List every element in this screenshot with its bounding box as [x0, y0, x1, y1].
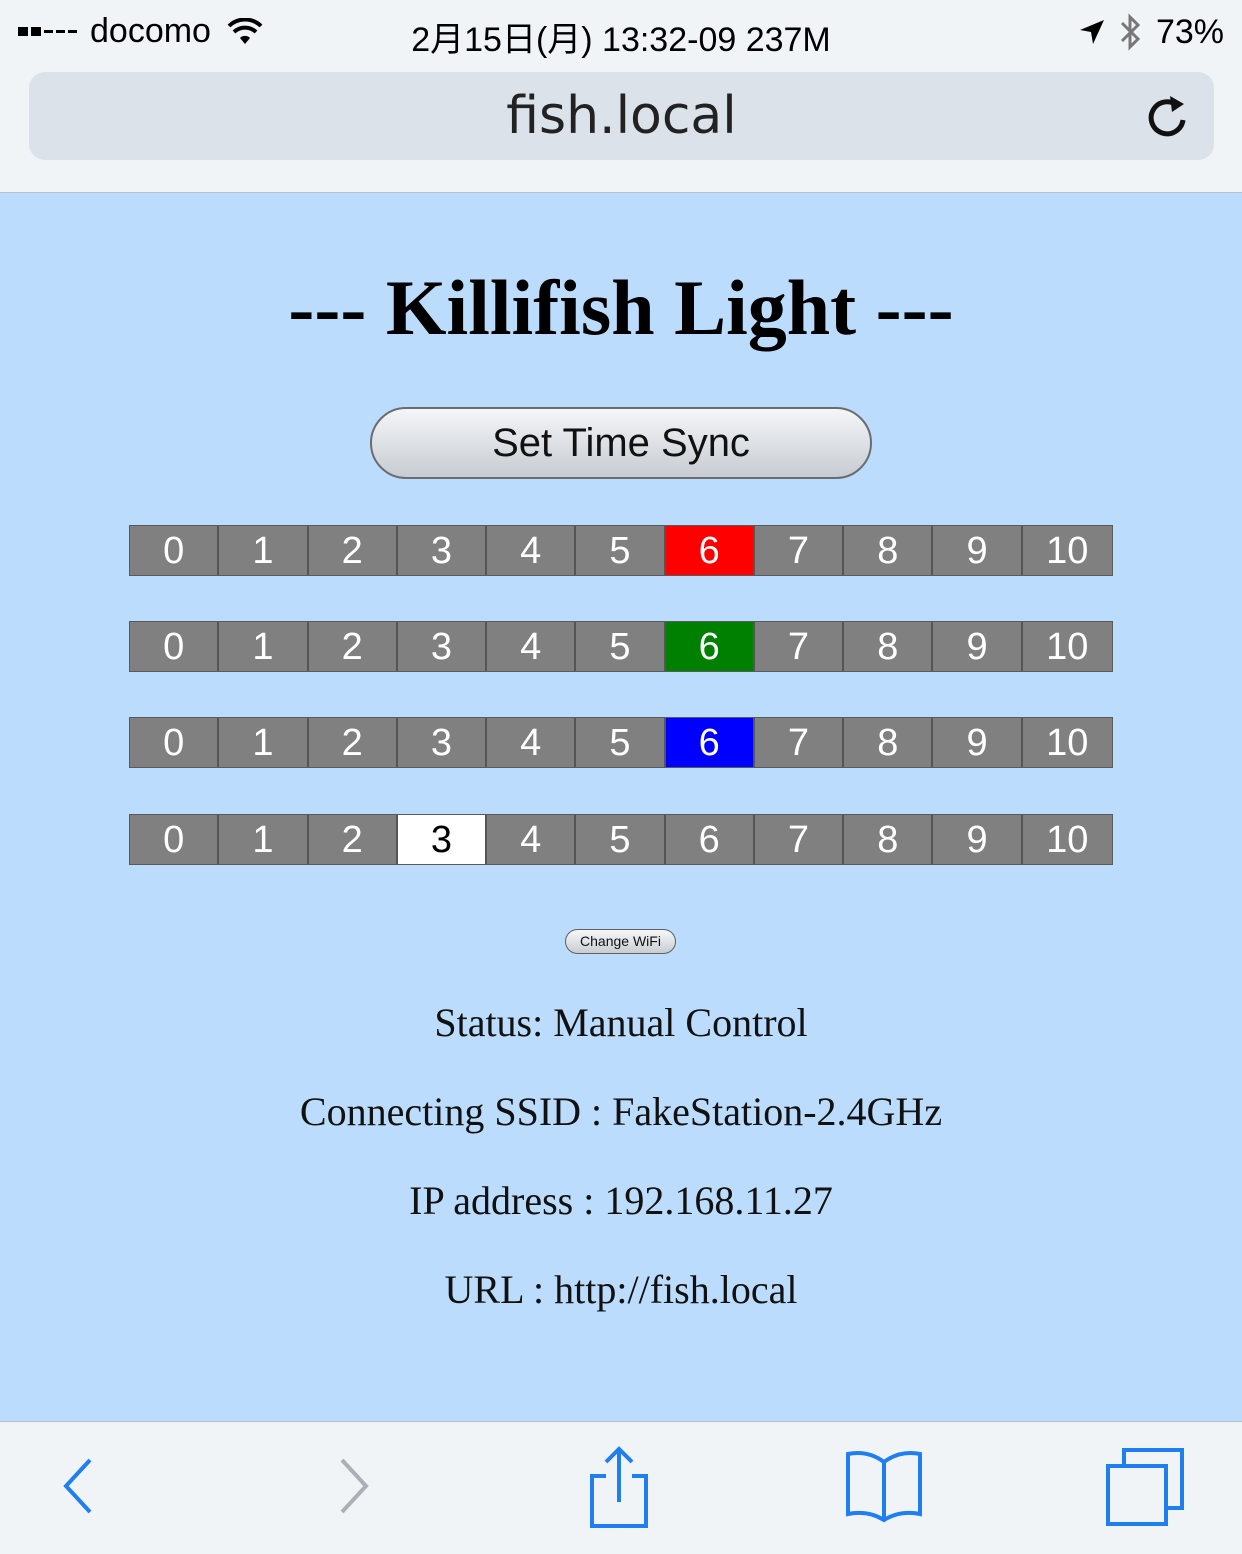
reload-icon[interactable] [1146, 92, 1190, 140]
tabs-icon[interactable] [1104, 1446, 1188, 1530]
level-cell-2[interactable]: 2 [308, 526, 398, 575]
level-cell-10[interactable]: 10 [1022, 718, 1112, 767]
level-cell-10[interactable]: 10 [1022, 622, 1112, 671]
level-cell-4[interactable]: 4 [487, 718, 577, 767]
level-cell-8[interactable]: 8 [844, 526, 934, 575]
level-cell-6-selected[interactable]: 6 [665, 718, 755, 767]
level-cell-10[interactable]: 10 [1022, 526, 1112, 575]
level-cell-8[interactable]: 8 [844, 718, 934, 767]
status-right: 73% [1078, 12, 1224, 52]
share-icon[interactable] [586, 1446, 652, 1536]
level-cell-2[interactable]: 2 [308, 815, 398, 864]
level-cell-5[interactable]: 5 [576, 622, 666, 671]
level-cell-0[interactable]: 0 [130, 526, 220, 575]
level-cell-9[interactable]: 9 [933, 718, 1023, 767]
location-arrow-icon [1079, 20, 1104, 44]
url-info-text: URL : http://fish.local [444, 1267, 798, 1312]
level-cell-6[interactable]: 6 [665, 815, 755, 864]
ssid-text: Connecting SSID : FakeStation-2.4GHz [299, 1089, 943, 1134]
battery-percent: 73% [1155, 12, 1224, 51]
level-cell-9[interactable]: 9 [933, 622, 1023, 671]
level-cell-4[interactable]: 4 [487, 622, 577, 671]
level-cell-1[interactable]: 1 [219, 815, 309, 864]
level-cell-0[interactable]: 0 [130, 718, 220, 767]
level-cell-6-selected[interactable]: 6 [665, 622, 755, 671]
level-cell-10[interactable]: 10 [1022, 815, 1112, 864]
status-text: Status: Manual Control [434, 1000, 808, 1045]
level-cell-9[interactable]: 9 [933, 815, 1023, 864]
level-cell-2[interactable]: 2 [308, 622, 398, 671]
ip-address-text: IP address : 192.168.11.27 [409, 1178, 833, 1223]
address-bar[interactable]: fish.local [29, 72, 1214, 160]
level-cell-4[interactable]: 4 [487, 815, 577, 864]
level-cell-2[interactable]: 2 [308, 718, 398, 767]
level-cell-8[interactable]: 8 [844, 622, 934, 671]
url-text[interactable]: fish.local [29, 86, 1214, 146]
level-cell-5[interactable]: 5 [576, 718, 666, 767]
level-cell-3[interactable]: 3 [397, 526, 488, 575]
set-time-sync-button[interactable]: Set Time Sync [370, 407, 872, 479]
back-icon[interactable] [56, 1446, 100, 1526]
change-wifi-button[interactable]: Change WiFi [565, 929, 676, 954]
level-cell-3[interactable]: 3 [397, 718, 488, 767]
bluetooth-icon [1120, 13, 1141, 51]
level-cell-7[interactable]: 7 [754, 815, 845, 864]
level-cell-3-selected[interactable]: 3 [397, 815, 488, 864]
level-cell-5[interactable]: 5 [576, 815, 666, 864]
forward-icon[interactable] [332, 1446, 376, 1526]
level-cell-4[interactable]: 4 [487, 526, 577, 575]
level-cell-1[interactable]: 1 [219, 718, 309, 767]
status-bar: docomo 2月15日(月) 13:32-09 237M 73% [0, 0, 1242, 66]
level-cell-1[interactable]: 1 [219, 526, 309, 575]
level-cell-8[interactable]: 8 [844, 815, 934, 864]
level-cell-7[interactable]: 7 [754, 718, 845, 767]
bookmarks-icon[interactable] [844, 1446, 924, 1526]
web-content: --- Killifish Light --- Set Time Sync 01… [0, 193, 1242, 1421]
green-level-row: 0 1 2 3 4 5 6 7 8 9 10 [129, 621, 1113, 672]
level-cell-7[interactable]: 7 [754, 526, 845, 575]
level-cell-7[interactable]: 7 [754, 622, 845, 671]
status-clock: 2月15日(月) 13:32-09 237M [411, 21, 831, 59]
level-cell-0[interactable]: 0 [130, 815, 220, 864]
browser-toolbar [0, 1422, 1242, 1554]
level-cell-6-selected[interactable]: 6 [665, 526, 755, 575]
red-level-row: 0 1 2 3 4 5 6 7 8 9 10 [129, 525, 1113, 576]
level-cell-3[interactable]: 3 [397, 622, 488, 671]
blue-level-row: 0 1 2 3 4 5 6 7 8 9 10 [129, 717, 1113, 768]
level-cell-1[interactable]: 1 [219, 622, 309, 671]
white-level-row: 0 1 2 3 4 5 6 7 8 9 10 [129, 814, 1113, 865]
level-cell-5[interactable]: 5 [576, 526, 666, 575]
page-title: --- Killifish Light --- [288, 264, 954, 351]
level-cell-9[interactable]: 9 [933, 526, 1023, 575]
level-cell-0[interactable]: 0 [130, 622, 220, 671]
